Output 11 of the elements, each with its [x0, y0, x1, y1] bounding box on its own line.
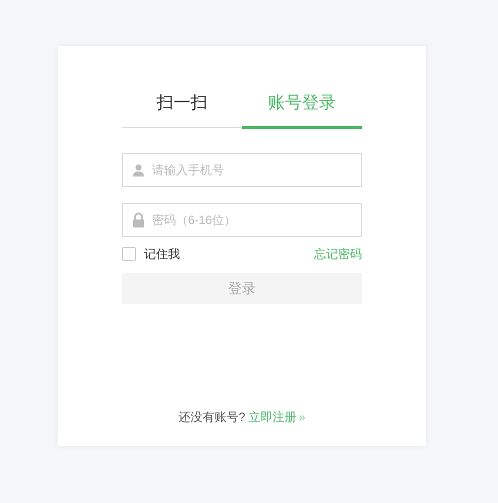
phone-field[interactable]: 请输入手机号 [122, 152, 362, 186]
remember-label: 记住我 [144, 246, 180, 262]
tab[interactable]: 扫一扫 [122, 90, 242, 128]
no-account-text: 还没有账号? [178, 410, 246, 424]
remember-checkbox[interactable] [122, 246, 136, 260]
password-field[interactable]: 密码（6-16位） [122, 202, 362, 236]
forgot-password-link[interactable]: 忘记密码 [314, 244, 362, 262]
user-icon [132, 163, 145, 176]
double-chevron-icon: » [298, 410, 306, 424]
register-link[interactable]: 立即注册 [248, 410, 297, 424]
tab[interactable]: 账号登录 [242, 90, 362, 128]
